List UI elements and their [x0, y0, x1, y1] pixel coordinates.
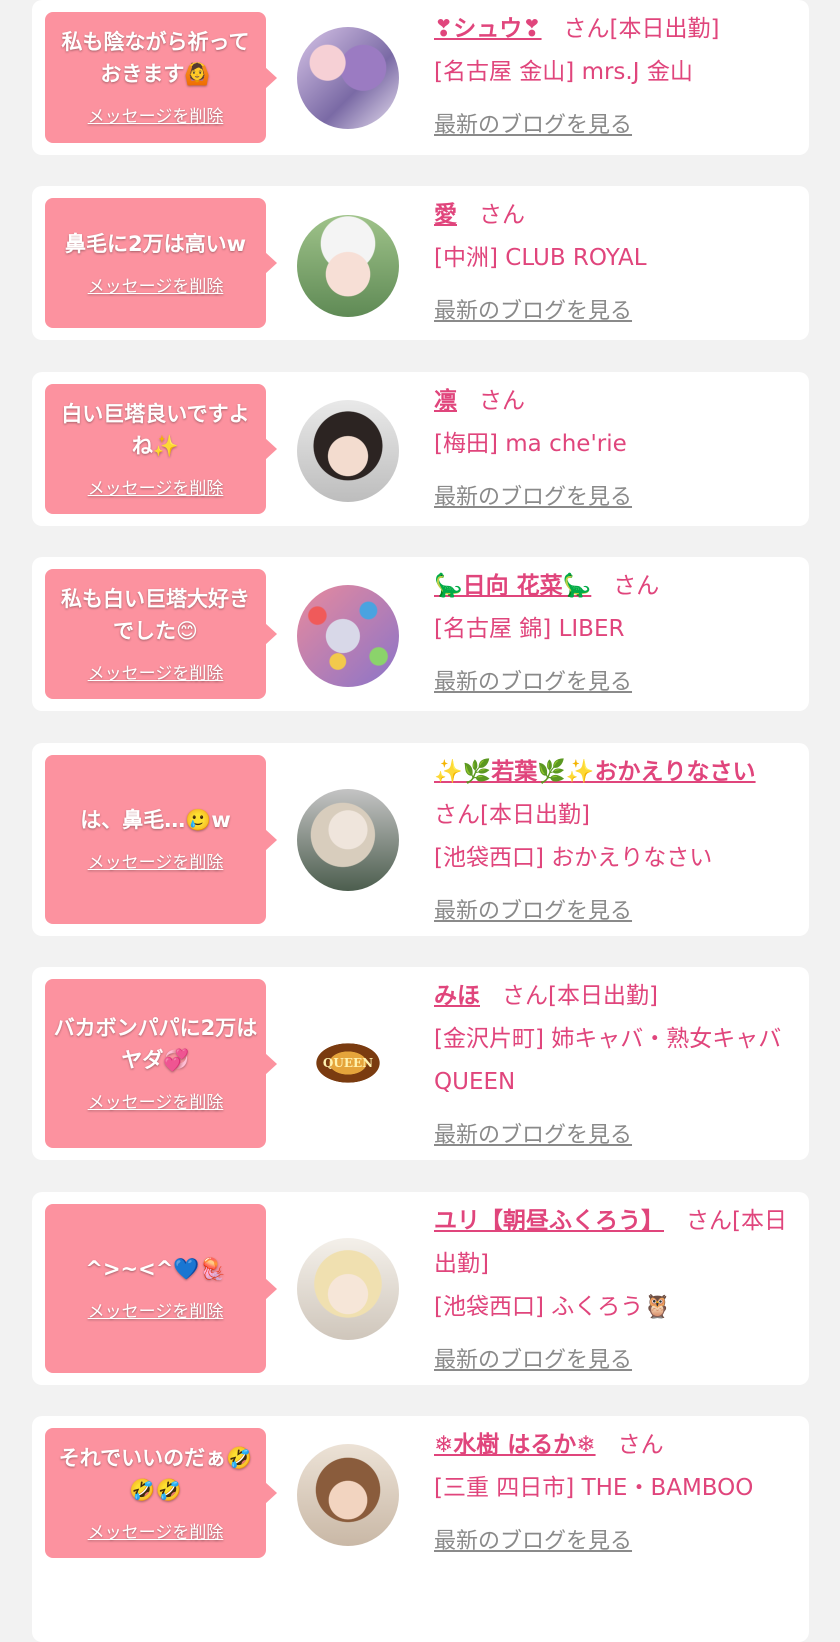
- shop-name: [名古屋 錦] LIBER: [434, 616, 625, 642]
- cast-suffix: さん: [479, 202, 525, 228]
- shop-name: [池袋西口] おかえりなさい: [434, 845, 713, 871]
- shop-name: [三重 四日市] THE・BAMBOO: [434, 1475, 754, 1501]
- cast-suffix: さん: [617, 1432, 664, 1458]
- cast-name-link[interactable]: 凛: [434, 388, 457, 414]
- avatar[interactable]: QUEEN: [297, 1012, 399, 1114]
- cast-info: 🦕日向 花菜🦕 さん [名古屋 錦] LIBER 最新のブログを見る: [434, 565, 789, 704]
- cast-name-link[interactable]: ✨🌿若葉🌿✨おかえりなさい: [434, 759, 756, 785]
- list-item: ^>~<^💙🪼 メッセージを削除 ユリ【朝昼ふくろう】 さん[本日出勤] [池袋西…: [32, 1192, 809, 1385]
- message-text: 私も陰ながら祈っておきます🙆: [61, 30, 250, 86]
- list-item: 私も白い巨塔大好きでした😊 メッセージを削除 🦕日向 花菜🦕 さん [名古屋 錦]…: [32, 557, 809, 711]
- latest-blog-link[interactable]: 最新のブログを見る: [434, 104, 789, 147]
- avatar[interactable]: [297, 789, 399, 891]
- cast-info: ユリ【朝昼ふくろう】 さん[本日出勤] [池袋西口] ふくろう🦉 最新のブログを見…: [434, 1200, 789, 1382]
- cast-name-link[interactable]: ❄水樹 はるか❄: [434, 1432, 596, 1458]
- message-bubble: は、鼻毛…🥲w メッセージを削除: [45, 755, 277, 924]
- latest-blog-link[interactable]: 最新のブログを見る: [434, 290, 789, 333]
- cast-suffix: さん[本日出勤]: [563, 16, 720, 42]
- list-item: は、鼻毛…🥲w メッセージを削除 ✨🌿若葉🌿✨おかえりなさいさん[本日出勤] […: [32, 743, 809, 936]
- shop-name: [中洲] CLUB ROYAL: [434, 245, 647, 271]
- cast-info: みほ さん[本日出勤] [金沢片町] 姉キャバ・熟女キャバ QUEEN 最新のブロ…: [434, 975, 789, 1157]
- latest-blog-link[interactable]: 最新のブログを見る: [434, 1114, 789, 1157]
- cast-name-link[interactable]: みほ: [434, 983, 480, 1009]
- list-item: バカボンパパに2万はヤダ💞 メッセージを削除 QUEEN みほ さん[本日出勤] …: [32, 967, 809, 1160]
- avatar[interactable]: [297, 1444, 399, 1546]
- latest-blog-link[interactable]: 最新のブログを見る: [434, 661, 789, 704]
- delete-message-link[interactable]: メッセージを削除: [88, 659, 224, 684]
- message-bubble: それでいいのだぁ🤣🤣🤣 メッセージを削除: [45, 1428, 277, 1558]
- message-bubble: 鼻毛に2万は高いw メッセージを削除: [45, 198, 277, 328]
- cast-suffix: さん: [613, 573, 660, 599]
- message-text: バカボンパパに2万はヤダ💞: [53, 1016, 258, 1072]
- cast-suffix: さん[本日出勤]: [434, 802, 590, 828]
- cast-info: ❄水樹 はるか❄ さん [三重 四日市] THE・BAMBOO 最新のブログを見る: [434, 1424, 789, 1563]
- cast-info: 愛さん [中洲] CLUB ROYAL 最新のブログを見る: [434, 194, 789, 333]
- shop-name: [池袋西口] ふくろう🦉: [434, 1294, 672, 1320]
- shop-name: [金沢片町] 姉キャバ・熟女キャバ QUEEN: [434, 1026, 782, 1095]
- avatar[interactable]: [297, 27, 399, 129]
- cast-suffix: さん: [479, 388, 525, 414]
- delete-message-link[interactable]: メッセージを削除: [88, 102, 224, 127]
- delete-message-link[interactable]: メッセージを削除: [88, 1518, 224, 1543]
- avatar[interactable]: [297, 400, 399, 502]
- shop-name: [名古屋 金山] mrs.J 金山: [434, 59, 693, 85]
- list-item: 白い巨塔良いですよね✨ メッセージを削除 凛さん [梅田] ma che'rie…: [32, 372, 809, 526]
- delete-message-link[interactable]: メッセージを削除: [88, 1088, 224, 1113]
- message-text: 白い巨塔良いですよね✨: [61, 401, 250, 458]
- latest-blog-link[interactable]: 最新のブログを見る: [434, 1520, 789, 1563]
- message-text: 鼻毛に2万は高いw: [64, 231, 246, 256]
- message-bubble: 私も白い巨塔大好きでした😊 メッセージを削除: [45, 569, 277, 699]
- cast-suffix: さん[本日出勤]: [502, 983, 658, 1009]
- delete-message-link[interactable]: メッセージを削除: [88, 1297, 224, 1322]
- cast-info: ✨🌿若葉🌿✨おかえりなさいさん[本日出勤] [池袋西口] おかえりなさい 最新の…: [434, 751, 789, 933]
- shop-name: [梅田] ma che'rie: [434, 431, 627, 457]
- avatar[interactable]: [297, 585, 399, 687]
- message-bubble: 私も陰ながら祈っておきます🙆 メッセージを削除: [45, 12, 277, 143]
- message-text: それでいいのだぁ🤣🤣🤣: [58, 1445, 253, 1502]
- cast-name-link[interactable]: 🦕日向 花菜🦕: [434, 573, 591, 599]
- message-text: ^>~<^💙🪼: [85, 1257, 226, 1281]
- delete-message-link[interactable]: メッセージを削除: [88, 272, 224, 297]
- latest-blog-link[interactable]: 最新のブログを見る: [434, 1339, 789, 1382]
- message-bubble: ^>~<^💙🪼 メッセージを削除: [45, 1204, 277, 1373]
- message-text: は、鼻毛…🥲w: [80, 808, 231, 832]
- queen-logo-icon: QUEEN: [311, 1040, 385, 1086]
- list-item: それでいいのだぁ🤣🤣🤣 メッセージを削除 ❄水樹 はるか❄ さん [三重 四日市]…: [32, 1416, 809, 1642]
- cast-info: ❣シュウ❣ さん[本日出勤] [名古屋 金山] mrs.J 金山 最新のブログを見…: [434, 8, 789, 147]
- list-item: 鼻毛に2万は高いw メッセージを削除 愛さん [中洲] CLUB ROYAL 最…: [32, 186, 809, 340]
- cast-name-link[interactable]: 愛: [434, 202, 457, 228]
- delete-message-link[interactable]: メッセージを削除: [88, 474, 224, 499]
- cast-info: 凛さん [梅田] ma che'rie 最新のブログを見る: [434, 380, 789, 519]
- message-bubble: 白い巨塔良いですよね✨ メッセージを削除: [45, 384, 277, 514]
- list-item: 私も陰ながら祈っておきます🙆 メッセージを削除 ❣シュウ❣ さん[本日出勤] [名…: [32, 0, 809, 155]
- latest-blog-link[interactable]: 最新のブログを見る: [434, 476, 789, 519]
- avatar[interactable]: [297, 1238, 399, 1340]
- message-text: 私も白い巨塔大好きでした😊: [61, 586, 250, 643]
- message-bubble: バカボンパパに2万はヤダ💞 メッセージを削除: [45, 979, 277, 1148]
- cast-name-link[interactable]: ❣シュウ❣: [434, 16, 542, 42]
- latest-blog-link[interactable]: 最新のブログを見る: [434, 890, 789, 933]
- delete-message-link[interactable]: メッセージを削除: [88, 848, 224, 873]
- cast-name-link[interactable]: ユリ【朝昼ふくろう】: [434, 1208, 664, 1234]
- avatar[interactable]: [297, 215, 399, 317]
